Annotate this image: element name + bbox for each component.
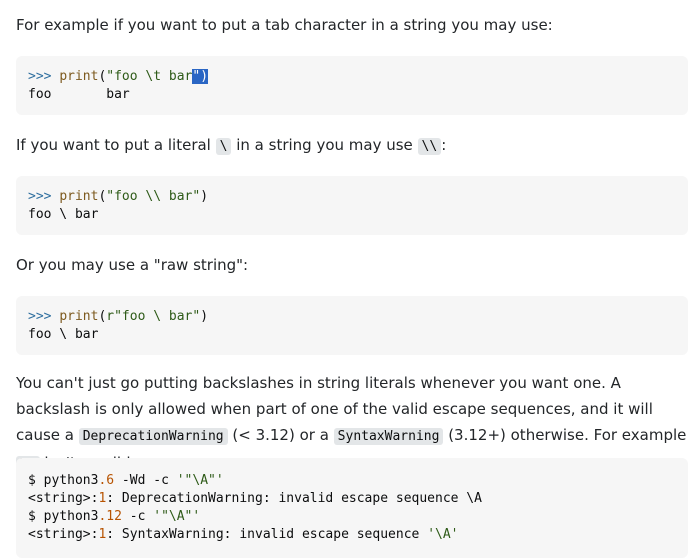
code-block-shell[interactable]: $ python3.6 -Wd -c '"\A"' <string>:1: Dep… bbox=[16, 458, 688, 558]
code-line: $ python3.12 -c '"\A"' bbox=[28, 509, 201, 524]
inline-code: SyntaxWarning bbox=[333, 428, 444, 445]
code-block-raw-string[interactable]: >>> print(r"foo \ bar") foo \ bar bbox=[16, 296, 688, 355]
paragraph-raw-string: Or you may use a "raw string": bbox=[16, 256, 249, 274]
code-line: <string>:1: DeprecationWarning: invalid … bbox=[28, 491, 482, 506]
code-output: foo \ bar bbox=[28, 326, 99, 342]
code-output: foo bar bbox=[28, 86, 130, 102]
paragraph-tab-example: For example if you want to put a tab cha… bbox=[16, 16, 553, 34]
inline-code: DeprecationWarning bbox=[78, 428, 228, 445]
code-line: >>> print("foo \t bar") bbox=[28, 69, 209, 84]
answer-content: For example if you want to put a tab cha… bbox=[0, 0, 700, 560]
code-line: >>> print(r"foo \ bar") bbox=[28, 309, 209, 324]
paragraph-literal-backslash: If you want to put a literal \ in a stri… bbox=[16, 136, 447, 155]
inline-code: \\ bbox=[417, 138, 442, 155]
code-line: $ python3.6 -Wd -c '"\A"' bbox=[28, 473, 224, 488]
code-block-escaped-backslash[interactable]: >>> print("foo \\ bar") foo \ bar bbox=[16, 176, 688, 235]
code-line: <string>:1: SyntaxWarning: invalid escap… bbox=[28, 527, 459, 542]
code-line: >>> print("foo \\ bar") bbox=[28, 189, 209, 204]
code-block-tab[interactable]: >>> print("foo \t bar") foo bar bbox=[16, 56, 688, 115]
code-output: foo \ bar bbox=[28, 206, 99, 222]
inline-code: \ bbox=[215, 138, 232, 155]
text-selection: ") bbox=[192, 69, 209, 84]
